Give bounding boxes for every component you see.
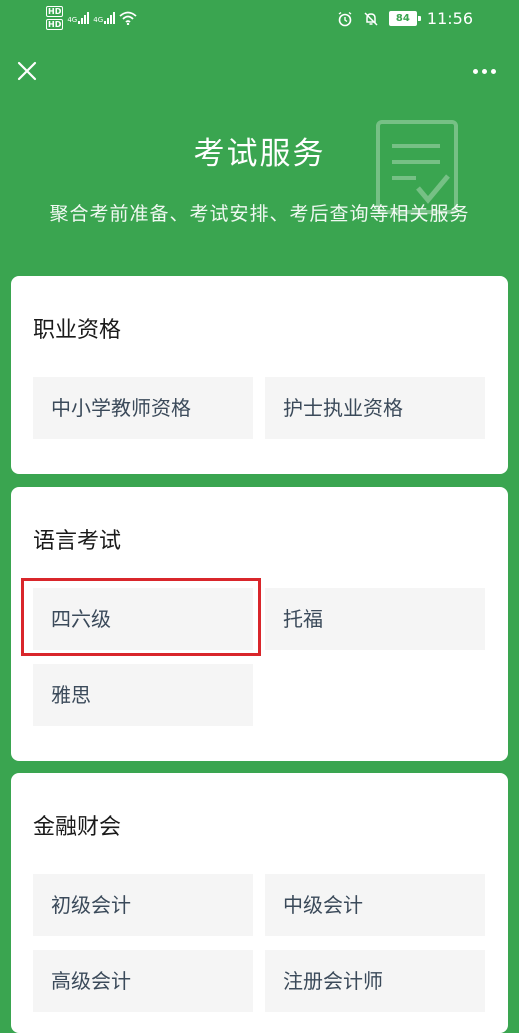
exam-item-nurse-cert[interactable]: 护士执业资格 [265, 377, 485, 439]
signal-indicator-1: 4G [67, 12, 90, 24]
hd-badge: HD [46, 6, 64, 17]
exam-item-teacher-cert[interactable]: 中小学教师资格 [33, 377, 253, 439]
section-title: 金融财会 [33, 815, 122, 840]
signal-bars-icon [104, 12, 116, 24]
page-subtitle: 聚合考前准备、考试安排、考后查询等相关服务 [49, 203, 470, 225]
exam-item-junior-accounting[interactable]: 初级会计 [33, 874, 253, 936]
exam-item-ielts[interactable]: 雅思 [33, 664, 253, 726]
status-time: 11:56 [426, 9, 473, 28]
mute-bell-icon [364, 11, 378, 26]
hd-badge: HD [46, 19, 64, 30]
more-icon[interactable] [469, 58, 499, 84]
exam-item-cet[interactable]: 四六级 [33, 588, 253, 650]
section-card-language: 语言考试 四六级 托福 雅思 [11, 487, 508, 761]
signal-bars-icon [78, 12, 90, 24]
section-card-professional: 职业资格 中小学教师资格 护士执业资格 [11, 276, 508, 474]
battery-icon: 84 [388, 11, 421, 26]
page-title: 考试服务 [193, 136, 326, 172]
status-right: 84 11:56 [337, 9, 473, 28]
status-bar: HD HD 4G 4G 84 11:56 [0, 0, 519, 36]
wifi-icon [119, 11, 137, 25]
close-icon[interactable] [12, 56, 42, 86]
exam-item-intermediate-accounting[interactable]: 中级会计 [265, 874, 485, 936]
section-title: 职业资格 [33, 318, 122, 343]
section-title: 语言考试 [33, 529, 122, 554]
status-left: HD HD 4G 4G [46, 6, 137, 30]
exam-item-cpa[interactable]: 注册会计师 [265, 950, 485, 1012]
signal-indicator-2: 4G [93, 12, 116, 24]
section-card-finance: 金融财会 初级会计 中级会计 高级会计 注册会计师 [11, 773, 508, 1033]
exam-item-senior-accounting[interactable]: 高级会计 [33, 950, 253, 1012]
network-type-label: 4G [93, 16, 104, 24]
alarm-icon [338, 11, 352, 26]
exam-item-toefl[interactable]: 托福 [265, 588, 485, 650]
hd-indicators: HD HD [46, 6, 64, 30]
network-type-label: 4G [67, 16, 78, 24]
